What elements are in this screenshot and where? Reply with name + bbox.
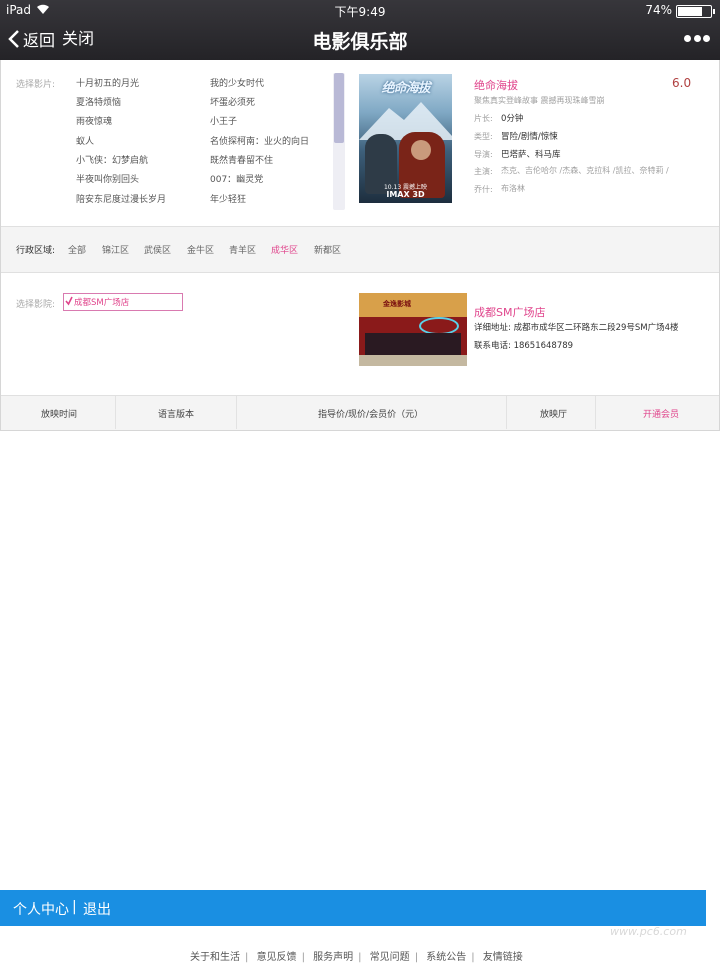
- movie-item[interactable]: 半夜叫你别回头: [76, 173, 139, 187]
- detail-label: 主演:: [474, 167, 493, 176]
- movie-item[interactable]: 年少轻狂: [210, 193, 246, 207]
- movie-item[interactable]: 雨夜惊魂: [76, 115, 112, 129]
- district-label: 行政区域:: [16, 246, 56, 256]
- status-battery-percent: 74%: [645, 3, 672, 17]
- footer-link-faq[interactable]: 常见问题: [370, 952, 410, 963]
- column-divider: [595, 396, 596, 429]
- bottom-bar: 个人中心 | 退出: [0, 890, 706, 926]
- detail-label: 乔什:: [474, 185, 493, 194]
- cinema-sign-text: 金逸影城: [383, 300, 411, 308]
- district-qingyang[interactable]: 青羊区: [229, 243, 256, 256]
- logout-link[interactable]: 退出: [83, 899, 111, 919]
- movie-tagline: 聚焦真实登峰故事 震撼再现珠峰雪崩: [474, 96, 605, 105]
- movie-item[interactable]: 既然青春留不住: [210, 154, 273, 168]
- detail-value: 布洛林: [501, 184, 525, 193]
- cinema-option[interactable]: 成都SM广场店: [63, 293, 183, 311]
- detail-label: 导演:: [474, 150, 493, 159]
- bar-separator: |: [72, 899, 77, 915]
- more-dot-icon: [693, 34, 701, 42]
- page-title: 电影俱乐部: [312, 31, 408, 53]
- footer-link-friends[interactable]: 友情链接: [483, 952, 523, 963]
- movie-item[interactable]: 小王子: [210, 115, 237, 129]
- footer-link-feedback[interactable]: 意见反馈: [257, 952, 297, 963]
- detail-value: 杰克、吉伦哈尔 /杰森、克拉科 /凯拉、奈特莉 /: [501, 166, 669, 175]
- cinema-option-label: 成都SM广场店: [74, 298, 130, 308]
- movie-item[interactable]: 夏洛特烦恼: [76, 96, 121, 110]
- footer-link-announcement[interactable]: 系统公告: [426, 952, 466, 963]
- cinema-name: 成都SM广场店: [474, 306, 546, 319]
- district-xindu[interactable]: 新都区: [314, 243, 341, 256]
- personal-center-link[interactable]: 个人中心: [13, 899, 69, 919]
- district-chenghua[interactable]: 成华区: [271, 243, 298, 256]
- battery-icon: [676, 5, 715, 18]
- navigation-bar: iPad 下午9:49 74% 返回 关闭 电影俱乐部: [0, 0, 720, 60]
- cinema-phone: 联系电话: 18651648789: [474, 341, 574, 351]
- column-header-time: 放映时间: [41, 410, 78, 420]
- poster-format: IMAX 3D: [386, 190, 425, 199]
- cinema-address: 详细地址: 成都市成华区二环路东二段29号SM广场4楼: [474, 323, 679, 333]
- district-wuhou[interactable]: 武侯区: [144, 243, 171, 256]
- column-header-language: 语言版本: [158, 410, 195, 420]
- detail-value: 巴塔萨、科马库: [501, 150, 561, 160]
- district-all[interactable]: 全部: [68, 243, 86, 256]
- detail-label: 片长:: [474, 114, 493, 123]
- movie-item[interactable]: 蚁人: [76, 135, 94, 149]
- open-membership-link[interactable]: 开通会员: [643, 407, 679, 420]
- more-dot-icon: [703, 34, 710, 42]
- movie-item[interactable]: 007：幽灵党: [210, 173, 263, 187]
- movie-item[interactable]: 名侦探柯南：业火的向日: [210, 135, 309, 149]
- detail-label: 类型:: [474, 132, 493, 141]
- detail-value: 冒险/剧情/惊悚: [501, 132, 558, 142]
- cinema-photo: 金逸影城: [359, 293, 467, 366]
- movie-list-scrollbar[interactable]: [333, 73, 345, 210]
- column-header-price: 指导价/现价/会员价（元）: [318, 410, 424, 420]
- movie-item[interactable]: 陪安东尼度过漫长岁月: [76, 193, 166, 207]
- more-options-button[interactable]: [684, 32, 710, 44]
- column-header-hall: 放映厅: [540, 410, 568, 420]
- watermark: www.pc6.com: [610, 925, 687, 938]
- movie-item[interactable]: 坏蛋必须死: [210, 96, 255, 110]
- column-divider: [236, 396, 237, 429]
- movie-item[interactable]: 小飞侠：幻梦启航: [76, 154, 148, 168]
- movie-select-label: 选择影片:: [16, 80, 56, 90]
- district-jinjiang[interactable]: 锦江区: [102, 243, 129, 256]
- district-jinniu[interactable]: 金牛区: [187, 243, 214, 256]
- status-time: 下午9:49: [334, 5, 386, 19]
- more-dot-icon: [684, 34, 691, 42]
- detail-value: 0分钟: [501, 114, 524, 124]
- movie-item[interactable]: 我的少女时代: [210, 77, 264, 91]
- poster-title: 绝命海拔: [381, 81, 430, 96]
- footer-link-service[interactable]: 服务声明: [313, 952, 353, 963]
- scrollbar-thumb[interactable]: [334, 73, 344, 143]
- check-icon: [65, 296, 73, 306]
- column-divider: [115, 396, 116, 429]
- footer-link-about[interactable]: 关于和生活: [190, 952, 240, 963]
- movie-item[interactable]: 十月初五的月光: [76, 77, 139, 91]
- poster-face: [411, 140, 431, 160]
- column-divider: [506, 396, 507, 429]
- footer-links: 关于和生活 | 意见反馈 | 服务声明 | 常见问题 | 系统公告 | 友情链接: [190, 952, 523, 963]
- movie-title: 绝命海拔: [474, 79, 518, 92]
- movie-rating: 6.0: [672, 76, 692, 90]
- movie-poster[interactable]: 绝命海拔 10.13 震撼上映 IMAX 3D: [359, 74, 452, 203]
- cinema-select-label: 选择影院:: [16, 300, 56, 310]
